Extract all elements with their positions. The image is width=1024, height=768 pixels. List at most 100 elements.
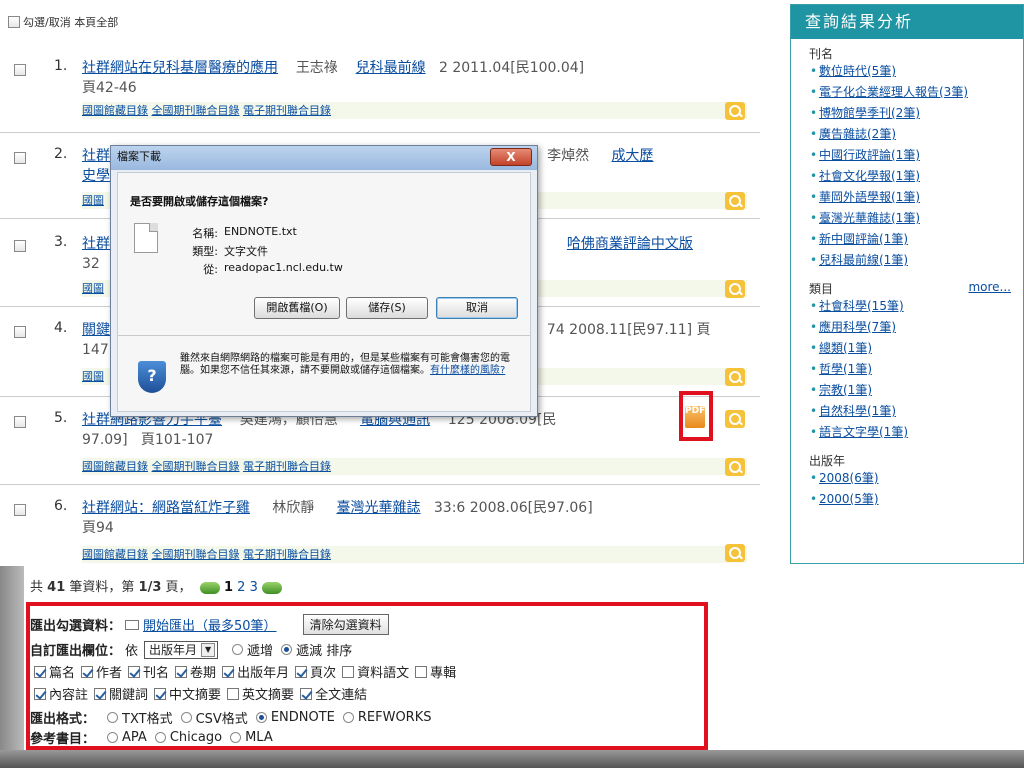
sidebar-item-year[interactable]: 2008(6筆)	[819, 471, 879, 485]
sidebar-item-journal[interactable]: 數位時代(5筆)	[819, 64, 896, 78]
format-radio[interactable]	[180, 712, 192, 723]
select-all-toggle[interactable]: 勾選/取消 本頁全部	[8, 14, 118, 30]
result-journal-link[interactable]: 兒科最前線	[356, 60, 426, 76]
start-export-link[interactable]: 開始匯出（最多50筆）	[143, 615, 277, 634]
sidebar-item-journal[interactable]: 臺灣光華雜誌(1筆)	[819, 211, 920, 225]
ref-radio[interactable]	[107, 732, 119, 743]
sidebar-item-year[interactable]: 2000(5筆)	[819, 492, 879, 506]
next-page-icon[interactable]	[261, 581, 282, 594]
asc-radio[interactable]	[232, 644, 244, 655]
sidebar-section-journals: 刊名 數位時代(5筆) 電子化企業經理人報告(3筆) 博物館學季刊(2筆) 廣告…	[791, 39, 1023, 268]
field-checkbox[interactable]	[94, 687, 107, 700]
result-checkbox[interactable]	[14, 326, 26, 338]
result-checkbox[interactable]	[14, 504, 26, 516]
ncl-catalog-link[interactable]: 國圖	[82, 282, 104, 295]
dialog-titlebar[interactable]: 檔案下載 X	[111, 146, 537, 170]
pdf-highlight-box	[679, 391, 713, 441]
result-title-link[interactable]: 社群	[82, 148, 110, 164]
magnifier-icon[interactable]	[725, 280, 745, 298]
by-label: 依	[125, 644, 139, 659]
sidebar-item-journal[interactable]: 廣告雜誌(2筆)	[819, 127, 896, 141]
ref-radio[interactable]	[230, 732, 242, 743]
format-radio[interactable]	[342, 712, 354, 723]
sidebar-item-category[interactable]: 哲學(1筆)	[819, 362, 872, 376]
format-radio[interactable]	[255, 712, 267, 723]
clear-selection-button[interactable]: 清除勾選資料	[302, 614, 389, 635]
sort-label: 排序	[326, 644, 353, 659]
ref-radio[interactable]	[154, 732, 166, 743]
sidebar-item-category[interactable]: 社會科學(15筆)	[819, 299, 904, 313]
magnifier-icon[interactable]	[725, 544, 745, 562]
field-checkbox[interactable]	[128, 665, 141, 678]
sidebar-item-journal[interactable]: 兒科最前線(1筆)	[819, 253, 908, 267]
magnifier-icon[interactable]	[725, 410, 745, 428]
magnifier-icon[interactable]	[725, 192, 745, 210]
sidebar-more-link[interactable]: more...	[968, 280, 1011, 294]
field-checkbox[interactable]	[175, 665, 188, 678]
sidebar-item-journal[interactable]: 華岡外語學報(1筆)	[819, 190, 920, 204]
ncl-catalog-link[interactable]: 國圖	[82, 370, 104, 383]
sidebar-item-journal[interactable]: 電子化企業經理人報告(3筆)	[819, 85, 968, 99]
ejournal-catalog-link[interactable]: 電子期刊聯合目錄	[243, 548, 331, 561]
page-link-3[interactable]: 3	[250, 580, 258, 595]
field-checkbox[interactable]	[415, 665, 428, 678]
sidebar-item-journal[interactable]: 社會文化學報(1筆)	[819, 169, 920, 183]
result-checkbox[interactable]	[14, 64, 26, 76]
magnifier-icon[interactable]	[725, 102, 745, 120]
result-checkbox[interactable]	[14, 416, 26, 428]
result-checkbox[interactable]	[14, 152, 26, 164]
close-button[interactable]: X	[490, 148, 532, 166]
result-journal-link[interactable]: 臺灣光華雜誌	[337, 500, 421, 516]
select-all-checkbox[interactable]	[8, 16, 20, 28]
result-title-link[interactable]: 社群	[82, 236, 110, 252]
desc-radio[interactable]	[281, 644, 293, 655]
chevron-down-icon[interactable]: ▼	[201, 642, 216, 657]
field-checkbox[interactable]	[342, 665, 355, 678]
result-journal-link[interactable]: 成大歷	[611, 148, 653, 164]
sidebar-item-journal[interactable]: 新中國評論(1筆)	[819, 232, 908, 246]
sidebar-item-category[interactable]: 總類(1筆)	[819, 341, 872, 355]
risk-link[interactable]: 有什麼樣的風險?	[430, 365, 505, 376]
field-checkbox[interactable]	[154, 687, 167, 700]
field-checkbox[interactable]	[34, 665, 46, 678]
union-catalog-link[interactable]: 全國期刊聯合目錄	[152, 548, 240, 561]
result-title-link[interactable]: 關鍵	[82, 322, 110, 338]
cancel-button[interactable]: 取消	[436, 297, 518, 319]
result-title-link[interactable]: 社群網站：網路當紅炸子雞	[82, 500, 250, 516]
save-file-button[interactable]: 儲存(S)	[346, 297, 428, 319]
field-checkbox[interactable]	[81, 665, 94, 678]
open-file-button[interactable]: 開啟舊檔(O)	[254, 297, 340, 319]
ncl-catalog-link[interactable]: 國圖館藏目錄	[82, 548, 148, 561]
sort-field-select[interactable]: 出版年月 ▼	[144, 640, 219, 659]
union-catalog-link[interactable]: 全國期刊聯合目錄	[152, 104, 240, 117]
field-checkbox[interactable]	[300, 687, 313, 700]
field-checkbox[interactable]	[227, 687, 240, 700]
sidebar-item-category[interactable]: 自然科學(1筆)	[819, 404, 896, 418]
prev-page-icon[interactable]	[199, 581, 220, 594]
field-checkbox[interactable]	[295, 665, 308, 678]
sidebar-item-journal[interactable]: 博物館學季刊(2筆)	[819, 106, 920, 120]
result-title-cont[interactable]: 史學	[82, 168, 110, 184]
field-checkbox[interactable]	[34, 687, 46, 700]
ncl-catalog-link[interactable]: 國圖館藏目錄	[82, 104, 148, 117]
magnifier-icon[interactable]	[725, 458, 745, 476]
sidebar-item-journal[interactable]: 中國行政評論(1筆)	[819, 148, 920, 162]
result-checkbox[interactable]	[14, 240, 26, 252]
format-radio[interactable]	[107, 712, 119, 723]
magnifier-icon[interactable]	[725, 368, 745, 386]
ncl-catalog-link[interactable]: 國圖館藏目錄	[82, 460, 148, 473]
panel-shadow	[0, 566, 24, 750]
result-title-link[interactable]: 社群網站在兒科基層醫療的應用	[82, 60, 278, 76]
sidebar-item-category[interactable]: 語言文字學(1筆)	[819, 425, 908, 439]
ncl-catalog-link[interactable]: 國圖	[82, 194, 104, 207]
page-link-2[interactable]: 2	[237, 580, 245, 595]
field-checkbox[interactable]	[222, 665, 235, 678]
ejournal-catalog-link[interactable]: 電子期刊聯合目錄	[243, 460, 331, 473]
sidebar-item-category[interactable]: 宗教(1筆)	[819, 383, 872, 397]
union-catalog-link[interactable]: 全國期刊聯合目錄	[152, 460, 240, 473]
page-link-1[interactable]: 1	[224, 580, 233, 595]
sidebar-title: 查詢結果分析	[791, 5, 1023, 39]
sidebar-item-category[interactable]: 應用科學(7筆)	[819, 320, 896, 334]
result-journal-link[interactable]: 哈佛商業評論中文版	[567, 236, 693, 252]
ejournal-catalog-link[interactable]: 電子期刊聯合目錄	[243, 104, 331, 117]
